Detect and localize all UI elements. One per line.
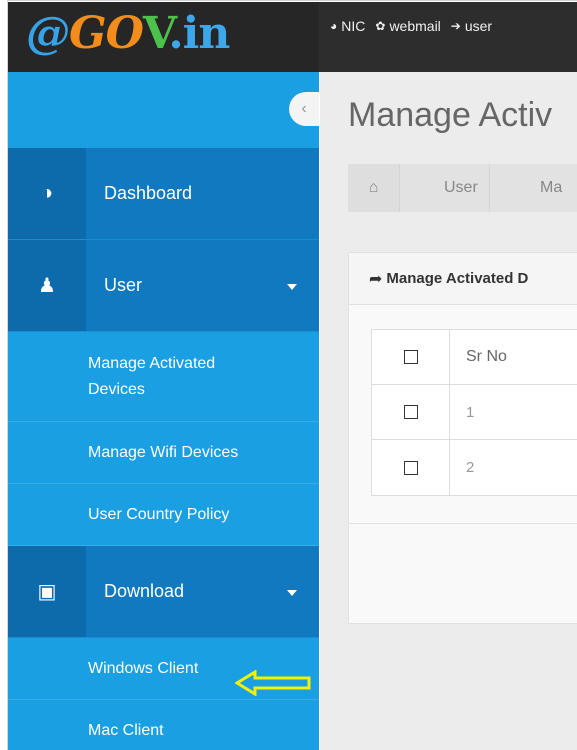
sign-in-icon: ➔ [450,19,461,33]
logo-check: V [142,8,169,59]
home-icon: ⌂ [368,179,379,196]
sidebar-subitem-label: Manage Wifi Devices [88,443,239,461]
annotation-arrow-icon [235,670,311,696]
sidebar-subitem-manage-activated-devices[interactable]: Manage Activated Devices [8,332,319,422]
row-select-cell [372,385,450,439]
nic-link-label: NIC [341,18,366,34]
caret-down-icon [287,590,297,596]
breadcrumb-user[interactable]: User [400,164,490,212]
window-frame-top [0,0,577,1]
table-row: 2 [372,440,577,495]
main-content: Manage Activ ⌂ User Ma ➦ Manage Activate… [320,72,577,750]
select-all-cell [372,330,450,384]
nic-link[interactable]: ◕ NIC [330,18,365,34]
sidebar-subitem-mac-client[interactable]: Mac Client [8,700,319,750]
row-checkbox[interactable] [403,405,418,419]
envelope-icon: ✿ [375,19,386,33]
webmail-link-label: webmail [389,18,441,34]
sidebar-header: ‹ [8,72,319,148]
user-icon: ♟ [8,240,86,331]
sidebar-item-label: Dashboard [104,183,193,203]
table-header-row: Sr No [372,330,577,385]
breadcrumb-home[interactable]: ⌂ [348,164,400,212]
panel-header: ➦ Manage Activated D [349,253,577,305]
sidebar-subitem-label: Manage Activated Devices [88,354,216,398]
breadcrumb: ⌂ User Ma [348,164,577,212]
sidebar-subitem-manage-wifi-devices[interactable]: Manage Wifi Devices [8,422,319,484]
globe-icon: ◕ [330,19,338,33]
select-all-checkbox[interactable] [403,350,418,364]
caret-down-icon [287,284,297,290]
sr-no-cell: 1 [466,403,475,421]
panel-title: Manage Activated D [386,270,529,287]
sidebar-item-dashboard[interactable]: ◑ Dashboard [8,148,319,240]
sidebar-item-label: Download [104,581,185,601]
save-icon-glyph: ▣ [37,581,57,603]
sidebar-item-label: User [104,275,143,295]
top-nav-links: ◕ NIC ✿ webmail ➔ user [330,18,492,34]
row-select-cell [372,440,450,495]
webmail-link[interactable]: ✿ webmail [375,18,440,34]
logo-gov: GO [69,8,144,59]
row-checkbox[interactable] [403,460,418,475]
sidebar: ‹ ◑ Dashboard ♟ User Manage Activated De… [8,72,319,750]
logo-wordmark: @GOV.in [26,8,230,59]
dashboard-icon: ◑ [8,148,86,239]
chevron-left-icon: ‹ [301,100,307,117]
site-logo[interactable]: @GOV.in [8,2,319,72]
devices-panel: ➦ Manage Activated D Sr No 1 2 [348,252,577,624]
breadcrumb-label: Ma [540,179,563,196]
sidebar-subitem-label: User Country Policy [88,505,230,523]
sidebar-item-user[interactable]: ♟ User [8,240,319,332]
user-link-label: user [464,18,493,34]
table-row: 1 [372,385,577,440]
column-header-sr-no: Sr No [466,348,507,365]
logo-in: .in [168,8,230,59]
dashboard-icon-glyph: ◑ [40,182,54,204]
sidebar-subitem-label: Windows Client [88,659,199,677]
sidebar-subitem-user-country-policy[interactable]: User Country Policy [8,484,319,546]
save-icon: ▣ [8,546,86,637]
page-title: Manage Activ [348,96,553,134]
share-icon: ➦ [369,270,383,288]
user-link[interactable]: ➔ user [451,18,492,34]
user-icon-glyph: ♟ [38,275,56,297]
panel-divider [349,523,577,524]
breadcrumb-label: User [444,179,478,196]
sidebar-collapse-button[interactable]: ‹ [289,92,319,126]
devices-table: Sr No 1 2 [371,329,577,496]
sidebar-item-download[interactable]: ▣ Download [8,546,319,638]
sidebar-subitem-label: Mac Client [88,721,164,739]
window-frame-left [0,0,8,750]
sr-no-cell: 2 [466,459,475,476]
logo-at: @ [26,8,70,59]
breadcrumb-manage[interactable]: Ma [490,164,577,212]
